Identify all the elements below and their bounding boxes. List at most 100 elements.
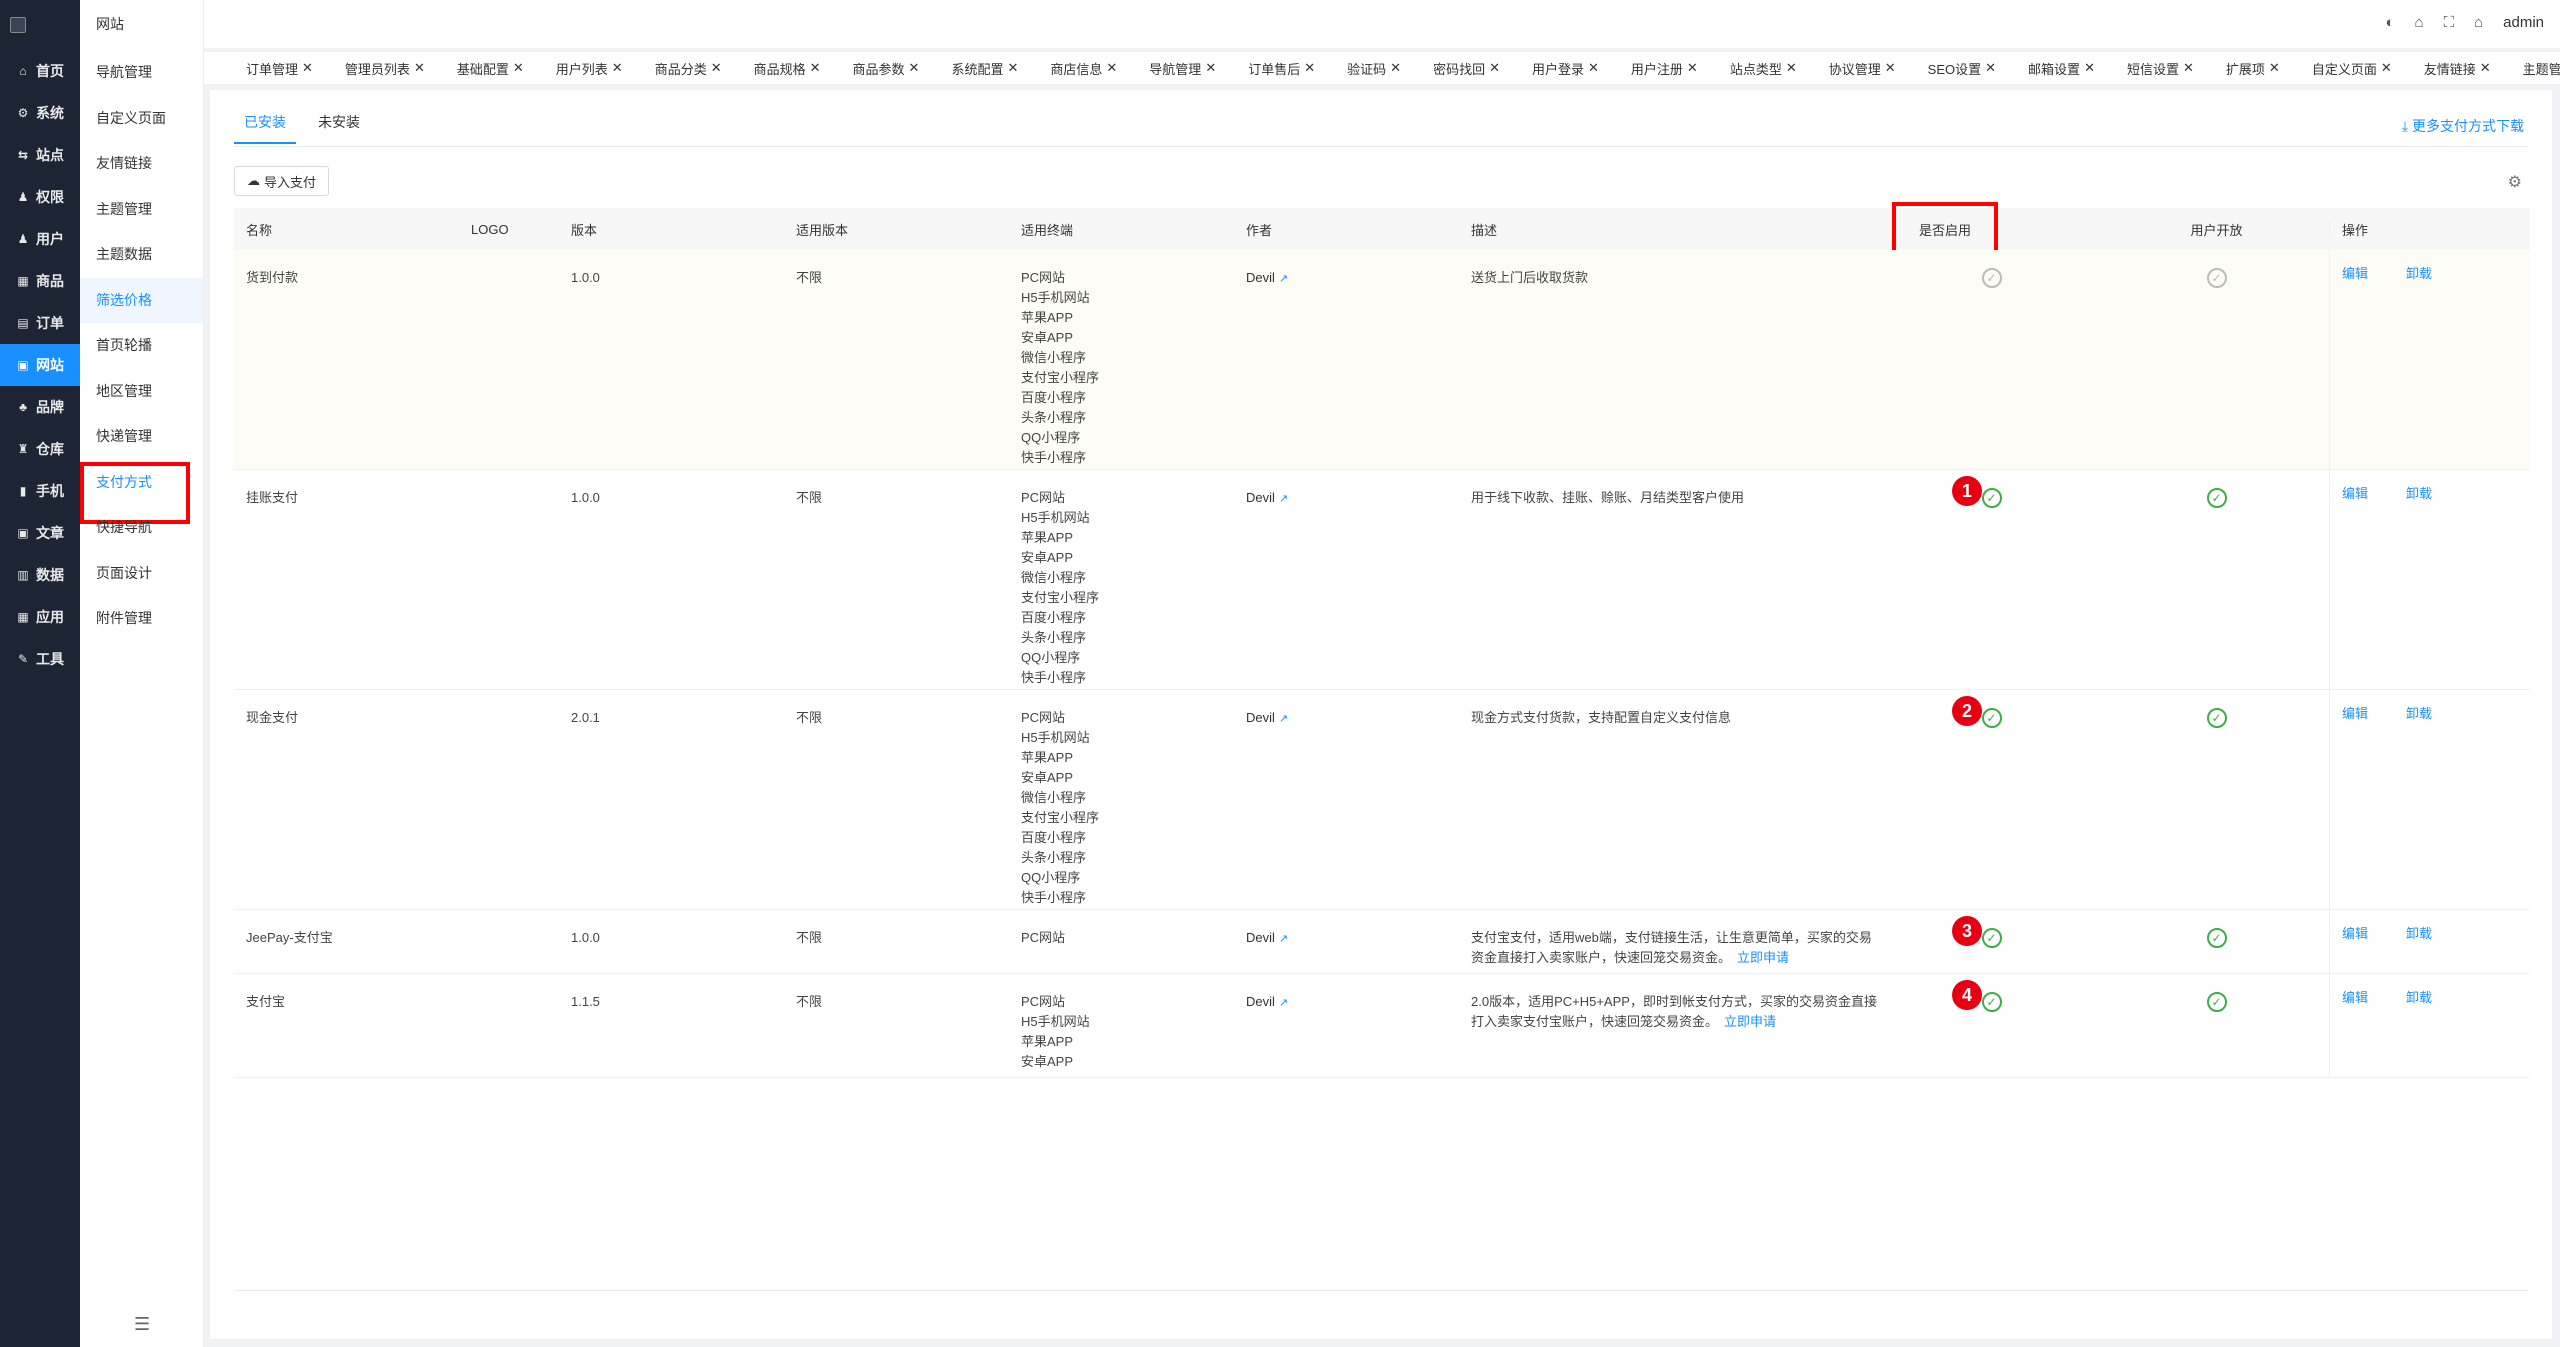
- apply-now-link[interactable]: 立即申请: [1737, 950, 1789, 965]
- close-icon[interactable]: ✕: [1007, 60, 1018, 76]
- page-tab[interactable]: SEO设置 ✕: [1916, 55, 2010, 81]
- uninstall-link[interactable]: 卸载: [2406, 926, 2432, 941]
- open-toggle-check-icon[interactable]: ✓: [2206, 928, 2227, 948]
- secondary-nav-item[interactable]: 首页轮播: [80, 323, 203, 369]
- logo[interactable]: [0, 0, 80, 50]
- edit-link[interactable]: 编辑: [2342, 926, 2368, 941]
- open-toggle-check-icon[interactable]: ✓: [2206, 488, 2227, 508]
- author-link[interactable]: Devil: [1246, 994, 1275, 1009]
- author-link[interactable]: Devil: [1246, 930, 1275, 945]
- external-link-icon[interactable]: ↗: [1279, 493, 1288, 505]
- edit-link[interactable]: 编辑: [2342, 486, 2368, 501]
- home-icon[interactable]: ⌂: [2474, 14, 2483, 31]
- secondary-nav-item[interactable]: 筛选价格: [80, 277, 203, 323]
- secondary-nav-item[interactable]: 快捷导航: [80, 505, 203, 551]
- page-tab[interactable]: 扩展项 ✕: [2214, 55, 2294, 81]
- edit-link[interactable]: 编辑: [2342, 706, 2368, 721]
- close-icon[interactable]: ✕: [2084, 60, 2095, 76]
- apply-now-link[interactable]: 立即申请: [1724, 1014, 1776, 1029]
- close-icon[interactable]: ✕: [2381, 60, 2392, 76]
- primary-nav-item[interactable]: ♣ 品牌: [0, 386, 80, 428]
- secondary-nav-item[interactable]: 主题管理: [80, 187, 203, 233]
- page-tab[interactable]: 系统配置 ✕: [939, 55, 1032, 81]
- page-tab[interactable]: 商品参数 ✕: [841, 55, 934, 81]
- primary-nav-item[interactable]: ▥ 数据: [0, 554, 80, 596]
- page-tab[interactable]: 商品规格 ✕: [742, 55, 835, 81]
- close-icon[interactable]: ✕: [1588, 60, 1599, 76]
- page-tab[interactable]: 验证码 ✕: [1335, 55, 1415, 81]
- table-settings-icon[interactable]: ⚙: [2508, 172, 2522, 192]
- close-icon[interactable]: ✕: [513, 60, 524, 76]
- user-menu[interactable]: admin: [2503, 14, 2544, 31]
- close-icon[interactable]: ✕: [1786, 60, 1797, 76]
- external-link-icon[interactable]: ↗: [1279, 933, 1288, 945]
- uninstall-link[interactable]: 卸载: [2406, 706, 2432, 721]
- close-icon[interactable]: ✕: [909, 60, 920, 76]
- primary-nav-item[interactable]: ♜ 仓库: [0, 428, 80, 470]
- close-icon[interactable]: ✕: [1687, 60, 1698, 76]
- secondary-nav-item[interactable]: 导航管理: [80, 50, 203, 96]
- close-icon[interactable]: ✕: [2269, 60, 2280, 76]
- close-icon[interactable]: ✕: [2183, 60, 2194, 76]
- secondary-nav-item[interactable]: 快递管理: [80, 414, 203, 460]
- primary-nav-item[interactable]: ⇆ 站点: [0, 134, 80, 176]
- close-icon[interactable]: ✕: [1985, 60, 1996, 76]
- uninstall-link[interactable]: 卸载: [2406, 486, 2432, 501]
- open-toggle-check-icon[interactable]: ✓: [2206, 708, 2227, 728]
- page-tab[interactable]: 密码找回 ✕: [1421, 55, 1514, 81]
- page-tab[interactable]: 邮箱设置 ✕: [2016, 55, 2109, 81]
- secondary-nav-item[interactable]: 地区管理: [80, 369, 203, 415]
- page-tab[interactable]: 短信设置 ✕: [2115, 55, 2208, 81]
- close-icon[interactable]: ✕: [1106, 60, 1117, 76]
- enabled-toggle-check-icon[interactable]: ✓: [1981, 928, 2002, 948]
- page-tab[interactable]: 商店信息 ✕: [1038, 55, 1131, 81]
- download-more-link[interactable]: ⤓ 更多支付方式下载: [2402, 116, 2524, 136]
- page-tab[interactable]: 协议管理 ✕: [1817, 55, 1910, 81]
- open-toggle-check-icon[interactable]: ✓: [2206, 992, 2227, 1012]
- page-tab[interactable]: 用户注册 ✕: [1619, 55, 1712, 81]
- primary-nav-item[interactable]: ▦ 商品: [0, 260, 80, 302]
- tabs-more-icon[interactable]: ⋮⋮: [2520, 60, 2546, 76]
- page-tab[interactable]: 订单管理 ✕: [234, 55, 327, 81]
- external-link-icon[interactable]: ↗: [1279, 273, 1288, 285]
- enabled-toggle-check-icon[interactable]: ✓: [1981, 268, 2002, 288]
- close-icon[interactable]: ✕: [414, 60, 425, 76]
- close-icon[interactable]: ✕: [302, 60, 313, 76]
- open-toggle-check-icon[interactable]: ✓: [2206, 268, 2227, 288]
- author-link[interactable]: Devil: [1246, 710, 1275, 725]
- page-tab[interactable]: 基础配置 ✕: [445, 55, 538, 81]
- uninstall-link[interactable]: 卸载: [2406, 990, 2432, 1005]
- secondary-nav-item[interactable]: 友情链接: [80, 141, 203, 187]
- store-icon[interactable]: ⌂: [2415, 14, 2424, 31]
- author-link[interactable]: Devil: [1246, 490, 1275, 505]
- author-link[interactable]: Devil: [1246, 270, 1275, 285]
- primary-nav-item[interactable]: ⚙ 系统: [0, 92, 80, 134]
- primary-nav-item[interactable]: ▮ 手机: [0, 470, 80, 512]
- page-tab[interactable]: 友情链接 ✕: [2412, 55, 2505, 81]
- close-icon[interactable]: ✕: [612, 60, 623, 76]
- external-link-icon[interactable]: ↗: [1279, 713, 1288, 725]
- page-tab[interactable]: 管理员列表 ✕: [333, 55, 439, 81]
- close-icon[interactable]: ✕: [1205, 60, 1216, 76]
- close-icon[interactable]: ✕: [1489, 60, 1500, 76]
- close-icon[interactable]: ✕: [1304, 60, 1315, 76]
- tab-installed[interactable]: 已安装: [234, 104, 296, 144]
- fullscreen-icon[interactable]: ⛶: [2444, 14, 2455, 31]
- enabled-toggle-check-icon[interactable]: ✓: [1981, 488, 2002, 508]
- primary-nav-item[interactable]: ⌂ 首页: [0, 50, 80, 92]
- close-icon[interactable]: ✕: [2480, 60, 2491, 76]
- primary-nav-item[interactable]: ▣ 文章: [0, 512, 80, 554]
- secondary-nav-item[interactable]: 主题数据: [80, 232, 203, 278]
- palette-icon[interactable]: ◐: [2385, 14, 2394, 31]
- close-icon[interactable]: ✕: [711, 60, 722, 76]
- secondary-nav-item[interactable]: 页面设计: [80, 551, 203, 597]
- primary-nav-item[interactable]: ▦ 应用: [0, 596, 80, 638]
- enabled-toggle-check-icon[interactable]: ✓: [1981, 992, 2002, 1012]
- external-link-icon[interactable]: ↗: [1279, 997, 1288, 1009]
- primary-nav-item[interactable]: ▤ 订单: [0, 302, 80, 344]
- page-tab[interactable]: 导航管理 ✕: [1137, 55, 1230, 81]
- secondary-nav-item[interactable]: 自定义页面: [80, 96, 203, 142]
- page-tab[interactable]: 商品分类 ✕: [643, 55, 736, 81]
- primary-nav-item[interactable]: ♟ 用户: [0, 218, 80, 260]
- tab-not-installed[interactable]: 未安装: [308, 104, 370, 144]
